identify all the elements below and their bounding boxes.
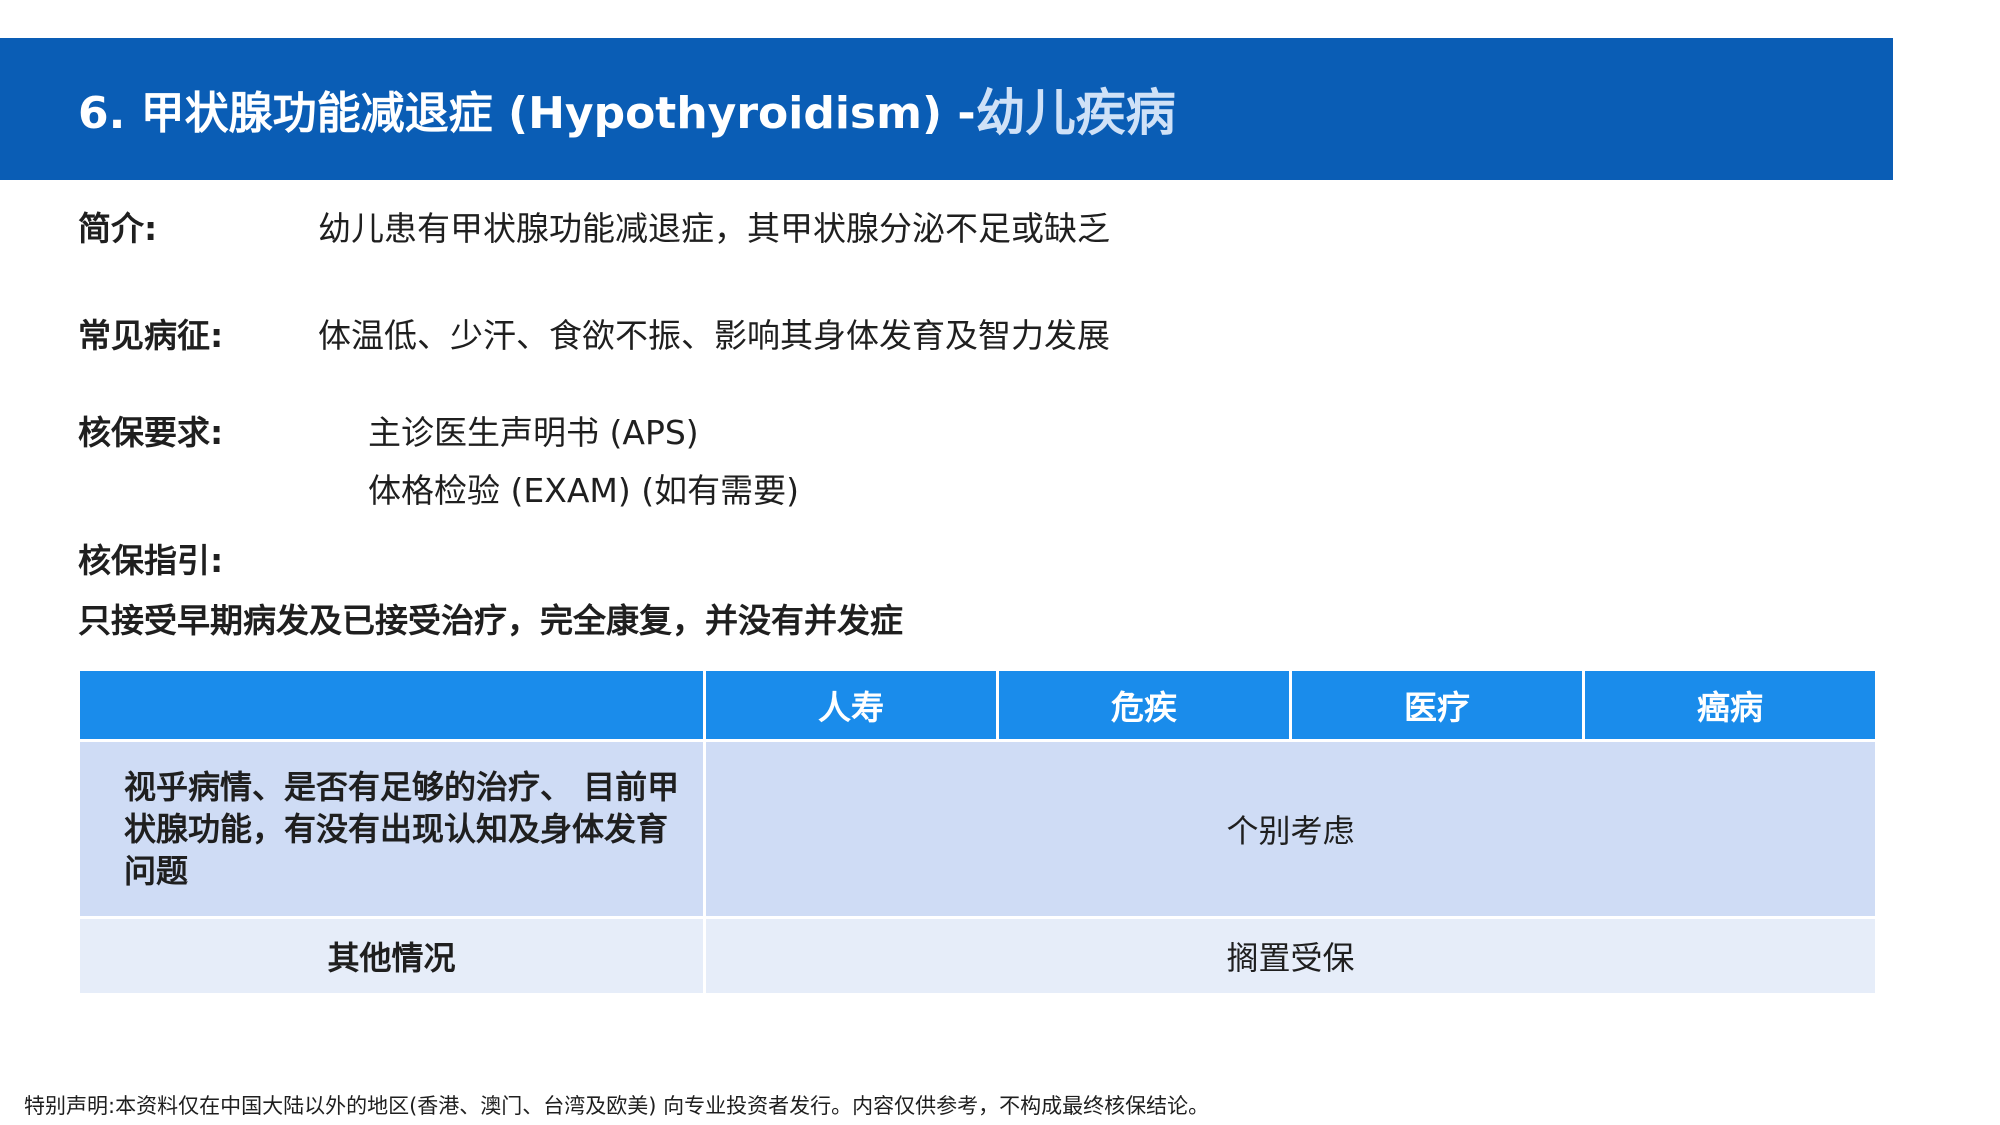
symptoms-text: 体温低、少汗、食欲不振、影响其身体发育及智力发展 <box>318 316 1110 355</box>
column-header-critical-illness: 危疾 <box>996 668 1292 742</box>
decision-cell: 个别考虑 <box>703 739 1878 919</box>
symptoms-label: 常见病征: <box>78 316 224 355</box>
guidelines-text: 只接受早期病发及已接受治疗，完全康复，并没有并发症 <box>78 601 903 640</box>
requirement-item-exam: 体格检验 (EXAM) (如有需要) <box>368 471 799 510</box>
table-row: 其他情况 搁置受保 <box>77 916 1878 996</box>
condition-cell: 视乎病情、是否有足够的治疗、 目前甲状腺功能，有没有出现认知及身体发育问题 <box>77 739 706 919</box>
column-header-medical: 医疗 <box>1289 668 1585 742</box>
page-title: 6. 甲状腺功能减退症 (Hypothyroidism) - <box>78 88 976 139</box>
underwriting-table: 人寿 危疾 医疗 癌病 视乎病情、是否有足够的治疗、 目前甲状腺功能，有没有出现… <box>77 668 1878 996</box>
column-header-cancer: 癌病 <box>1582 668 1878 742</box>
disclaimer-footer: 特别声明:本资料仅在中国大陆以外的地区(香港、澳门、台湾及欧美) 向专业投资者发… <box>24 1094 1210 1118</box>
guidelines-label: 核保指引: <box>78 541 224 580</box>
intro-text: 幼儿患有甲状腺功能减退症，其甲状腺分泌不足或缺乏 <box>318 209 1110 248</box>
column-header-condition <box>77 668 706 742</box>
condition-cell: 其他情况 <box>77 916 706 996</box>
table-row: 视乎病情、是否有足够的治疗、 目前甲状腺功能，有没有出现认知及身体发育问题 个别… <box>77 739 1878 919</box>
requirement-item-aps: 主诊医生声明书 (APS) <box>368 413 699 452</box>
table-header-row: 人寿 危疾 医疗 癌病 <box>77 668 1878 742</box>
requirements-label: 核保要求: <box>78 413 224 452</box>
intro-label: 简介: <box>78 209 158 248</box>
page-title-category: 幼儿疾病 <box>975 84 1176 142</box>
decision-cell: 搁置受保 <box>703 916 1878 996</box>
column-header-life: 人寿 <box>703 668 999 742</box>
title-banner: 6. 甲状腺功能减退症 (Hypothyroidism) - 幼儿疾病 <box>0 38 1893 180</box>
